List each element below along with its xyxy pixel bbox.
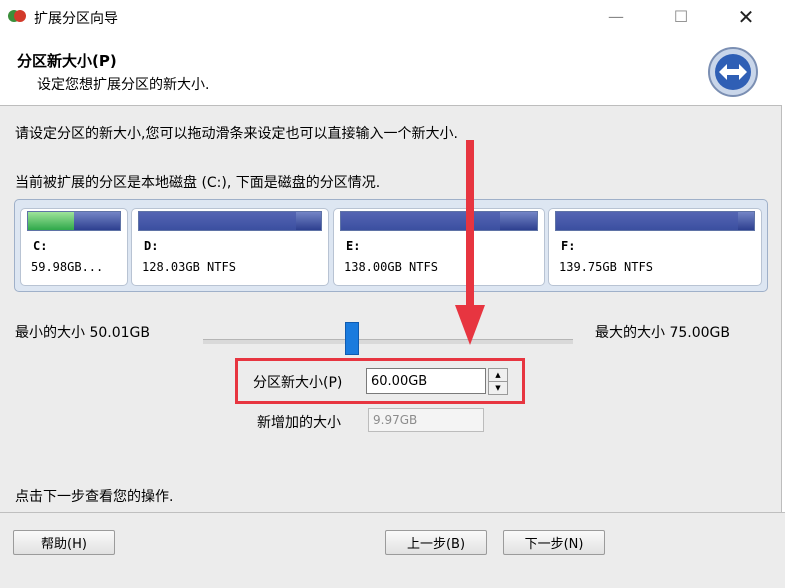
new-size-label: 分区新大小(P): [253, 375, 343, 391]
arrow-down-icon: [455, 140, 485, 345]
wizard-body: [0, 105, 782, 513]
partition-letter: C:: [33, 239, 48, 253]
spin-up-button[interactable]: ▲: [488, 368, 508, 382]
partition-info: 139.75GB NTFS: [559, 260, 653, 274]
header-subtitle: 设定您想扩展分区的新大小.: [37, 77, 210, 93]
partition-info: 59.98GB...: [31, 260, 104, 274]
help-button[interactable]: 帮助(H): [13, 530, 115, 555]
partition-usage-bar: [138, 211, 322, 231]
partition-letter: E:: [346, 239, 361, 253]
partition-used-fill: [556, 212, 739, 230]
instruction-text: 请设定分区的新大小,您可以拖动滑条来设定也可以直接输入一个新大小.: [15, 126, 458, 142]
new-size-input[interactable]: [366, 368, 486, 394]
next-button[interactable]: 下一步(N): [503, 530, 605, 555]
partition-letter: F:: [561, 239, 576, 253]
added-size-label: 新增加的大小: [257, 415, 341, 431]
partition-info: 128.03GB NTFS: [142, 260, 236, 274]
partition-usage-bar: [27, 211, 121, 231]
close-icon: ✕: [737, 4, 755, 29]
maximize-button[interactable]: ☐: [658, 0, 704, 33]
window-title: 扩展分区向导: [34, 11, 118, 27]
partition-f[interactable]: F: 139.75GB NTFS: [548, 208, 762, 286]
minimize-button[interactable]: —: [593, 0, 639, 33]
partition-e[interactable]: E: 138.00GB NTFS: [333, 208, 545, 286]
partition-c[interactable]: C: 59.98GB...: [20, 208, 128, 286]
header-title: 分区新大小(P): [17, 52, 117, 70]
footer-hint-text: 点击下一步查看您的操作.: [15, 489, 174, 505]
app-icon: [8, 10, 26, 22]
partition-used-fill: [28, 212, 74, 230]
caret-down-icon: ▼: [495, 384, 501, 392]
max-size-label: 最大的大小 75.00GB: [595, 325, 730, 341]
partition-used-fill: [139, 212, 296, 230]
added-size-field: 9.97GB: [368, 408, 484, 432]
spin-down-button[interactable]: ▼: [488, 381, 508, 395]
partition-d[interactable]: D: 128.03GB NTFS: [131, 208, 329, 286]
maximize-icon: ☐: [673, 7, 689, 26]
partition-usage-bar: [555, 211, 755, 231]
close-button[interactable]: ✕: [723, 0, 769, 33]
partition-info: 138.00GB NTFS: [344, 260, 438, 274]
size-slider-thumb[interactable]: [345, 322, 359, 355]
partition-usage-bar: [340, 211, 538, 231]
caret-up-icon: ▲: [495, 371, 501, 379]
partition-letter: D:: [144, 239, 159, 253]
wizard-header: [0, 33, 785, 105]
disk-intro-text: 当前被扩展的分区是本地磁盘 (C:), 下面是磁盘的分区情况.: [15, 175, 381, 191]
resize-logo-icon: [708, 47, 758, 97]
min-size-label: 最小的大小 50.01GB: [15, 325, 150, 341]
back-button[interactable]: 上一步(B): [385, 530, 487, 555]
size-slider-track[interactable]: [203, 339, 573, 344]
minimize-icon: —: [608, 7, 624, 26]
